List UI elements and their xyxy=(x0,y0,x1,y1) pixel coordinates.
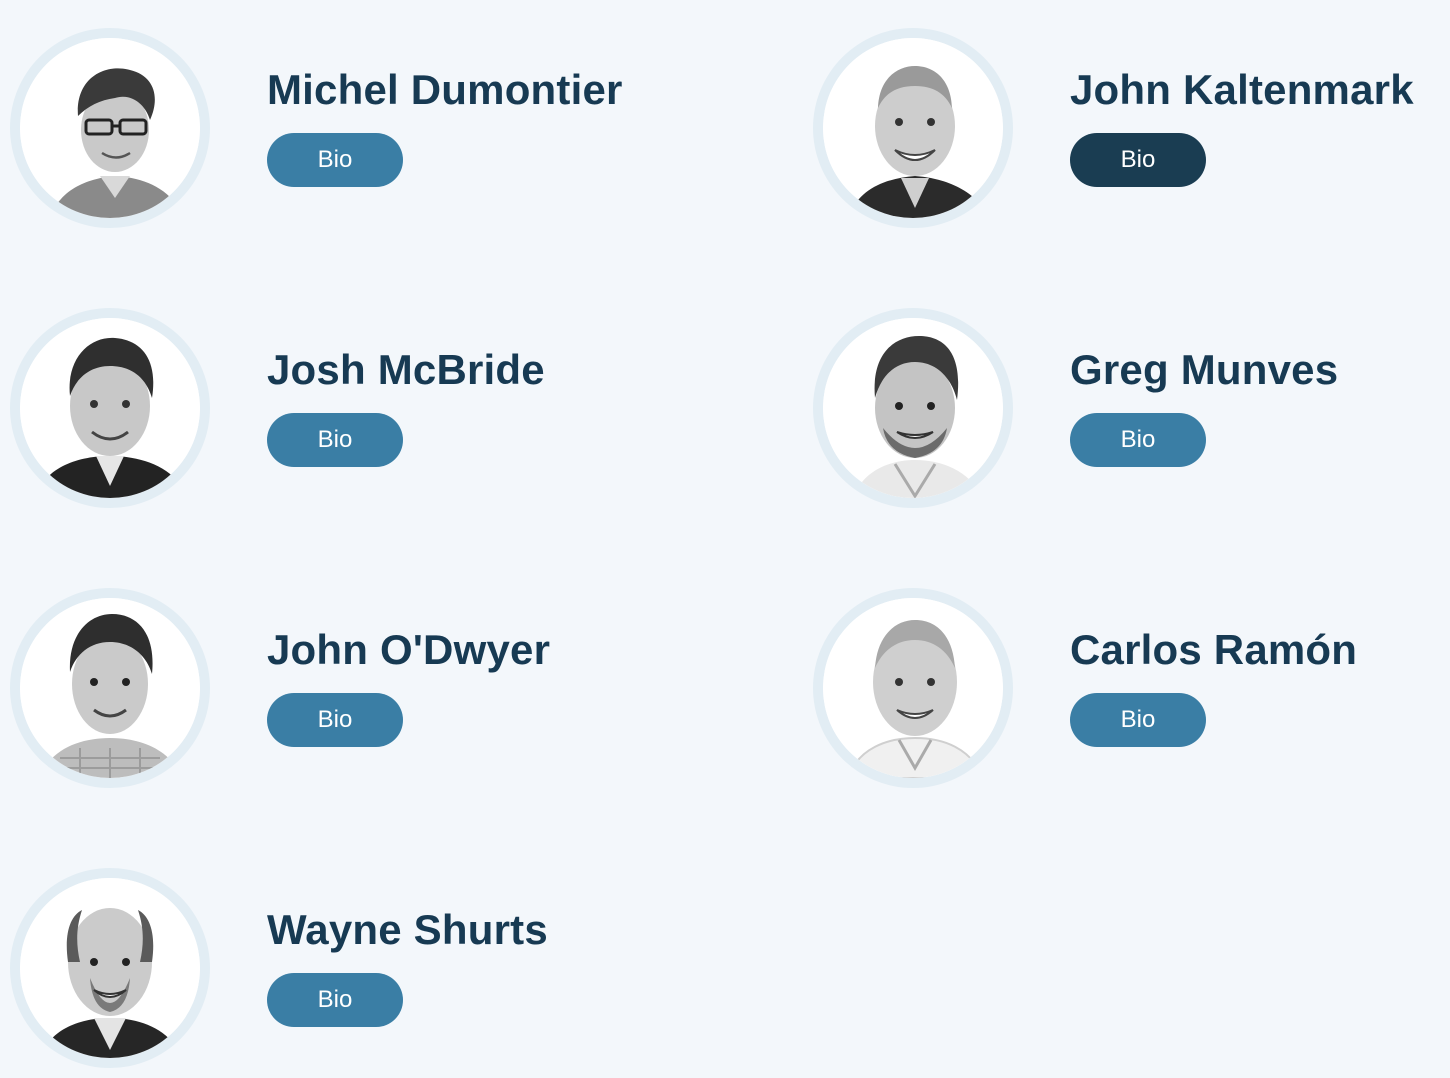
person-card: Greg Munves Bio xyxy=(803,308,1450,518)
person-name: Carlos Ramón xyxy=(1070,626,1358,673)
person-photo xyxy=(823,38,1003,218)
person-card: Michel Dumontier Bio xyxy=(0,28,700,238)
person-photo xyxy=(20,38,200,218)
bio-button[interactable]: Bio xyxy=(267,413,403,467)
avatar xyxy=(10,588,210,788)
bio-button[interactable]: Bio xyxy=(1070,413,1206,467)
bio-button[interactable]: Bio xyxy=(267,973,403,1027)
person-photo xyxy=(20,598,200,778)
people-grid: Michel Dumontier Bio John Kaltenmark Bio xyxy=(0,0,1450,1076)
person-name: John O'Dwyer xyxy=(267,626,551,673)
person-card: Wayne Shurts Bio xyxy=(0,868,700,1078)
person-card: Carlos Ramón Bio xyxy=(803,588,1450,798)
person-photo xyxy=(823,318,1003,498)
person-name: Greg Munves xyxy=(1070,346,1339,393)
bio-button[interactable]: Bio xyxy=(1070,693,1206,747)
avatar xyxy=(10,868,210,1068)
person-card: John O'Dwyer Bio xyxy=(0,588,700,798)
avatar xyxy=(813,588,1013,788)
person-name: Wayne Shurts xyxy=(267,906,548,953)
bio-button[interactable]: Bio xyxy=(267,133,403,187)
avatar xyxy=(813,28,1013,228)
avatar xyxy=(10,308,210,508)
avatar xyxy=(813,308,1013,508)
bio-button[interactable]: Bio xyxy=(267,693,403,747)
person-name: Josh McBride xyxy=(267,346,545,393)
person-card: John Kaltenmark Bio xyxy=(803,28,1450,238)
avatar xyxy=(10,28,210,228)
person-photo xyxy=(20,318,200,498)
person-name: Michel Dumontier xyxy=(267,66,623,113)
person-card: Josh McBride Bio xyxy=(0,308,700,518)
bio-button[interactable]: Bio xyxy=(1070,133,1206,187)
person-photo xyxy=(823,598,1003,778)
person-name: John Kaltenmark xyxy=(1070,66,1414,113)
person-photo xyxy=(20,878,200,1058)
